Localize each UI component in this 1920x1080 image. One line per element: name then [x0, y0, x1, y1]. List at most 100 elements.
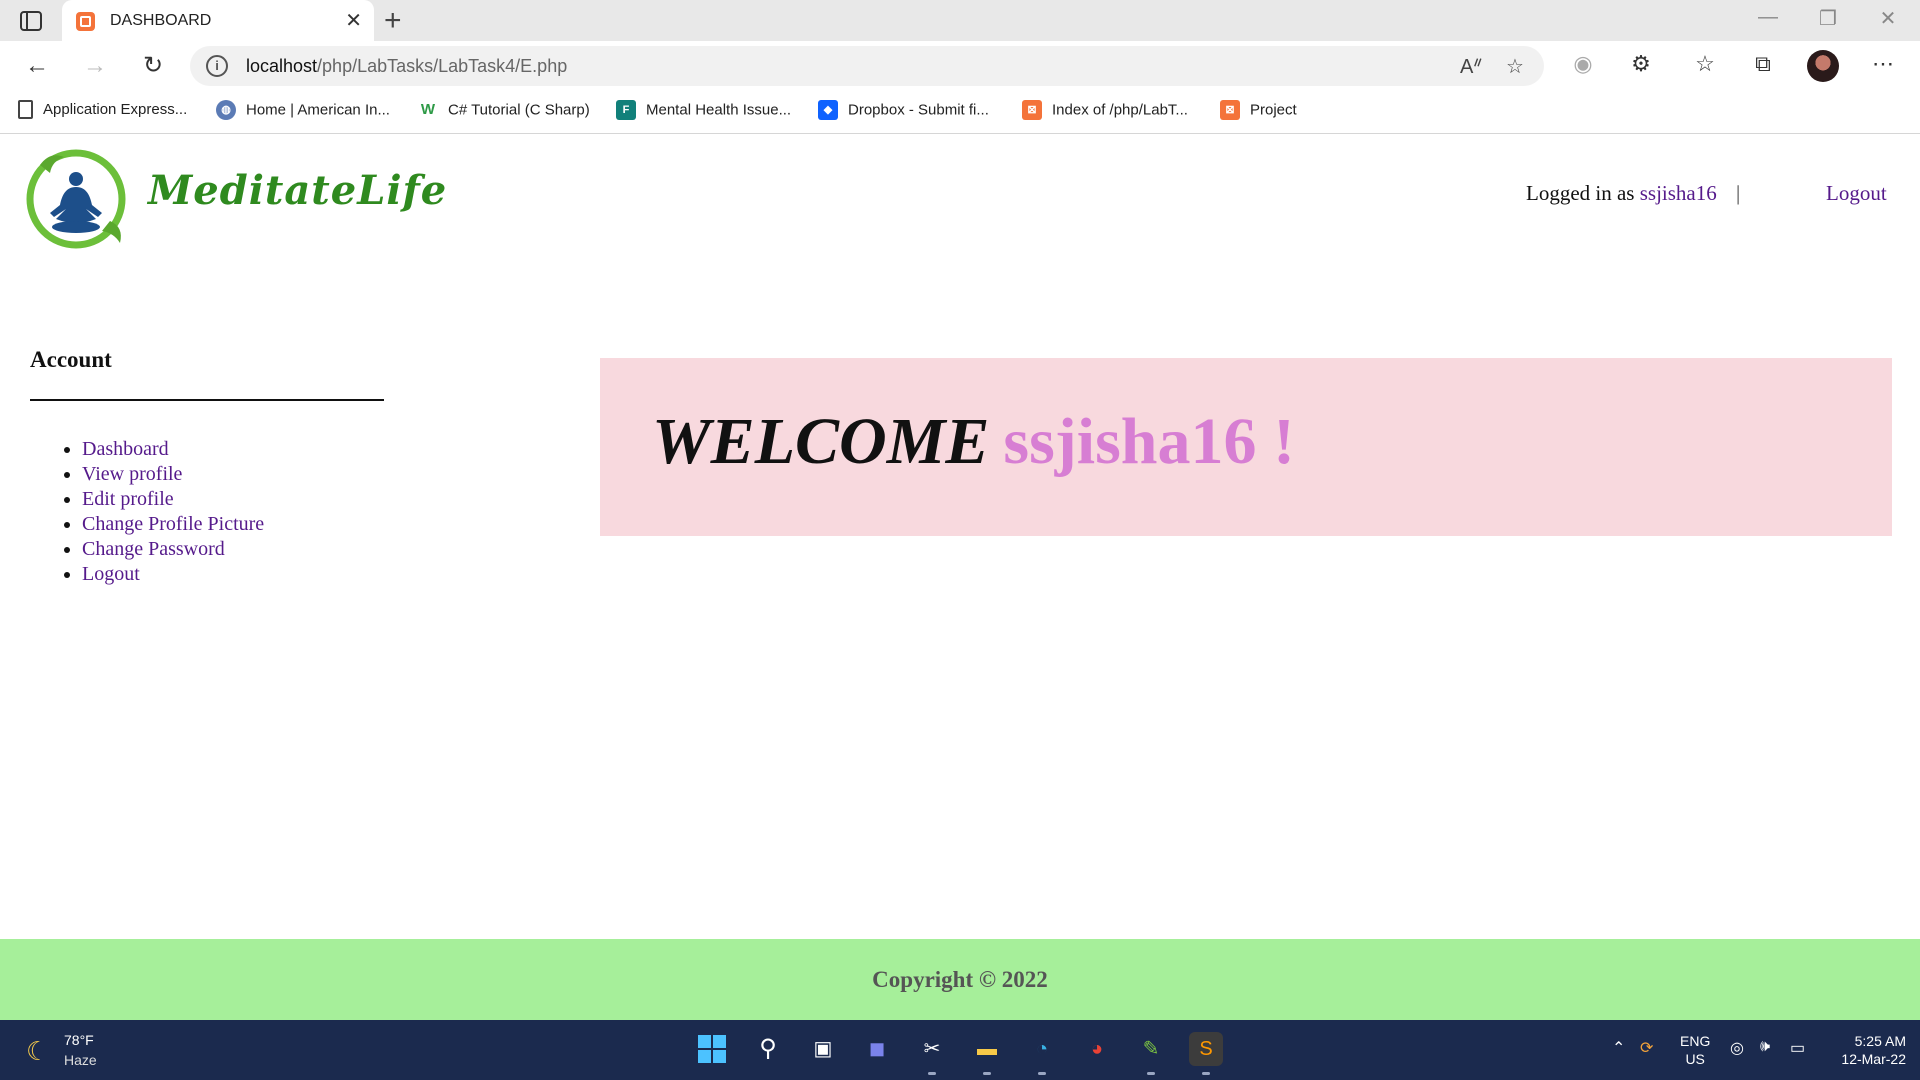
volume-icon[interactable]: 🕪	[1760, 1038, 1770, 1056]
moon-weather-icon[interactable]: ☾	[26, 1036, 49, 1067]
chrome-icon[interactable]: ◕	[1080, 1032, 1114, 1066]
forward-icon[interactable]: →	[78, 49, 112, 83]
welcome-word: WELCOME	[652, 405, 990, 478]
globe-icon: ◍	[216, 100, 236, 120]
favorites-icon[interactable]: ☆	[1688, 51, 1722, 77]
tab-title: DASHBOARD	[110, 12, 212, 29]
bookmark-label: Project	[1250, 101, 1297, 119]
menu-link-logout[interactable]: Logout	[82, 563, 140, 585]
chat-icon[interactable]: ◼	[860, 1032, 894, 1066]
more-options-icon[interactable]: ⋯	[1866, 51, 1900, 77]
extensions-icon[interactable]: ⚙	[1624, 51, 1658, 77]
menu-item-change-password: Change Password	[82, 537, 390, 562]
browser-tabbar: DASHBOARD ✕ + — ❐ ✕	[0, 0, 1920, 41]
edge-icon[interactable]: ◔	[1025, 1032, 1059, 1066]
app-running-indicator	[1202, 1072, 1210, 1075]
logged-in-label: Logged in as	[1526, 181, 1635, 205]
bookmarks-bar: Application Express... ◍ Home | American …	[0, 91, 1920, 134]
new-tab-icon[interactable]: +	[384, 4, 402, 38]
username-link[interactable]: ssjisha16	[1640, 181, 1717, 205]
menu-link-change-password[interactable]: Change Password	[82, 538, 225, 560]
windows-taskbar: ☾ 78°F Haze ⚲ ▣ ◼ ✂ ▬ ◔ ◕ ✎ S ⌃ ⟳ ENG US…	[0, 1020, 1920, 1080]
bookmark-item[interactable]: W C# Tutorial (C Sharp)	[418, 100, 590, 124]
notepad-plus-icon[interactable]: ✎	[1134, 1032, 1168, 1066]
bookmark-label: C# Tutorial (C Sharp)	[448, 101, 590, 119]
bookmark-item[interactable]: ⊠ Project	[1220, 100, 1297, 124]
battery-icon[interactable]: ▭	[1790, 1038, 1805, 1058]
site-info-icon[interactable]: i	[206, 55, 228, 77]
chevron-up-icon[interactable]: ⌃	[1612, 1038, 1625, 1058]
bookmark-item[interactable]: F Mental Health Issue...	[616, 100, 791, 124]
xampp-icon: ⊠	[1022, 100, 1042, 120]
header-separator: |	[1736, 181, 1741, 205]
bookmark-item[interactable]: Application Express...	[18, 100, 187, 124]
language-indicator[interactable]: ENG US	[1680, 1032, 1710, 1068]
read-aloud-icon[interactable]: Aᐥ	[1460, 54, 1483, 79]
back-icon[interactable]: ←	[20, 49, 54, 83]
minimize-icon[interactable]: —	[1748, 6, 1788, 29]
url-path: /php/LabTasks/LabTask4/E.php	[317, 56, 568, 76]
sidebar-divider	[30, 399, 384, 401]
snipping-tool-icon[interactable]: ✂	[915, 1032, 949, 1066]
account-menu: Dashboard View profile Edit profile Chan…	[30, 437, 390, 587]
app-running-indicator	[1147, 1072, 1155, 1075]
language-code: ENG	[1680, 1033, 1711, 1049]
menu-item-change-picture: Change Profile Picture	[82, 512, 390, 537]
sync-icon[interactable]: ⟳	[1640, 1038, 1653, 1058]
refresh-icon[interactable]: ↻	[136, 49, 170, 83]
profile-avatar[interactable]	[1807, 50, 1839, 82]
restore-icon[interactable]: ❐	[1808, 6, 1848, 31]
logo-text: MeditateLife	[148, 167, 448, 214]
xampp-icon: ⊠	[1220, 100, 1240, 120]
menu-link-edit-profile[interactable]: Edit profile	[82, 488, 174, 510]
login-status: Logged in as ssjisha16 |	[1526, 181, 1740, 206]
clock-time: 5:25 AM	[1854, 1033, 1906, 1049]
url-host: localhost	[246, 56, 318, 76]
bookmark-label: Application Express...	[43, 101, 188, 118]
bookmark-label: Home | American In...	[246, 101, 390, 119]
close-tab-icon[interactable]: ✕	[345, 8, 362, 33]
app-running-indicator	[983, 1072, 991, 1075]
menu-item-edit-profile: Edit profile	[82, 487, 390, 512]
bookmark-item[interactable]: ◍ Home | American In...	[216, 100, 390, 124]
close-window-icon[interactable]: ✕	[1868, 6, 1908, 31]
dropbox-icon: ◆	[818, 100, 838, 120]
header-logout-link[interactable]: Logout	[1826, 181, 1887, 206]
system-clock[interactable]: 5:25 AM 12-Mar-22	[1826, 1032, 1906, 1068]
weather-temperature[interactable]: 78°F	[64, 1032, 94, 1048]
task-view-icon[interactable]: ▣	[806, 1032, 840, 1066]
region-code: US	[1685, 1051, 1705, 1067]
collections-icon[interactable]: ⧉	[1746, 51, 1780, 77]
page-footer: Copyright © 2022	[0, 939, 1920, 1021]
start-icon[interactable]	[695, 1032, 729, 1066]
welcome-heading: WELCOME ssjisha16 !	[652, 404, 1295, 480]
welcome-banner: WELCOME ssjisha16 !	[600, 358, 1892, 536]
menu-link-change-picture[interactable]: Change Profile Picture	[82, 513, 264, 535]
sublime-text-icon[interactable]: S	[1189, 1032, 1223, 1066]
url-text[interactable]: localhost/php/LabTasks/LabTask4/E.php	[246, 56, 567, 77]
url-bar[interactable]: i localhost/php/LabTasks/LabTask4/E.php …	[190, 46, 1544, 86]
copyright-text: Copyright © 2022	[872, 967, 1048, 992]
bookmark-label: Dropbox - Submit fi...	[848, 101, 989, 119]
bookmark-label: Index of /php/LabT...	[1052, 101, 1188, 119]
menu-link-view-profile[interactable]: View profile	[82, 463, 182, 485]
active-tab[interactable]: DASHBOARD ✕	[62, 0, 374, 41]
bookmark-label: Mental Health Issue...	[646, 101, 792, 119]
web-page: MeditateLife Logged in as ssjisha16 | Lo…	[0, 135, 1920, 1021]
menu-link-dashboard[interactable]: Dashboard	[82, 438, 169, 460]
forms-icon: F	[616, 100, 636, 120]
weather-condition[interactable]: Haze	[64, 1052, 97, 1068]
menu-item-view-profile: View profile	[82, 462, 390, 487]
add-favorite-icon[interactable]: ☆	[1506, 54, 1524, 79]
app-running-indicator	[928, 1072, 936, 1075]
file-explorer-icon[interactable]: ▬	[970, 1032, 1004, 1066]
site-logo[interactable]: MeditateLife	[22, 143, 446, 251]
bookmark-item[interactable]: ◆ Dropbox - Submit fi...	[818, 100, 989, 124]
tab-actions-icon[interactable]	[18, 9, 44, 33]
network-icon[interactable]: ◎	[1730, 1038, 1744, 1058]
clock-date: 12-Mar-22	[1841, 1051, 1906, 1067]
xampp-favicon-icon	[76, 12, 95, 31]
bookmark-item[interactable]: ⊠ Index of /php/LabT...	[1022, 100, 1188, 124]
browser-essentials-icon[interactable]: ◉	[1566, 51, 1600, 77]
search-icon[interactable]: ⚲	[751, 1032, 785, 1066]
